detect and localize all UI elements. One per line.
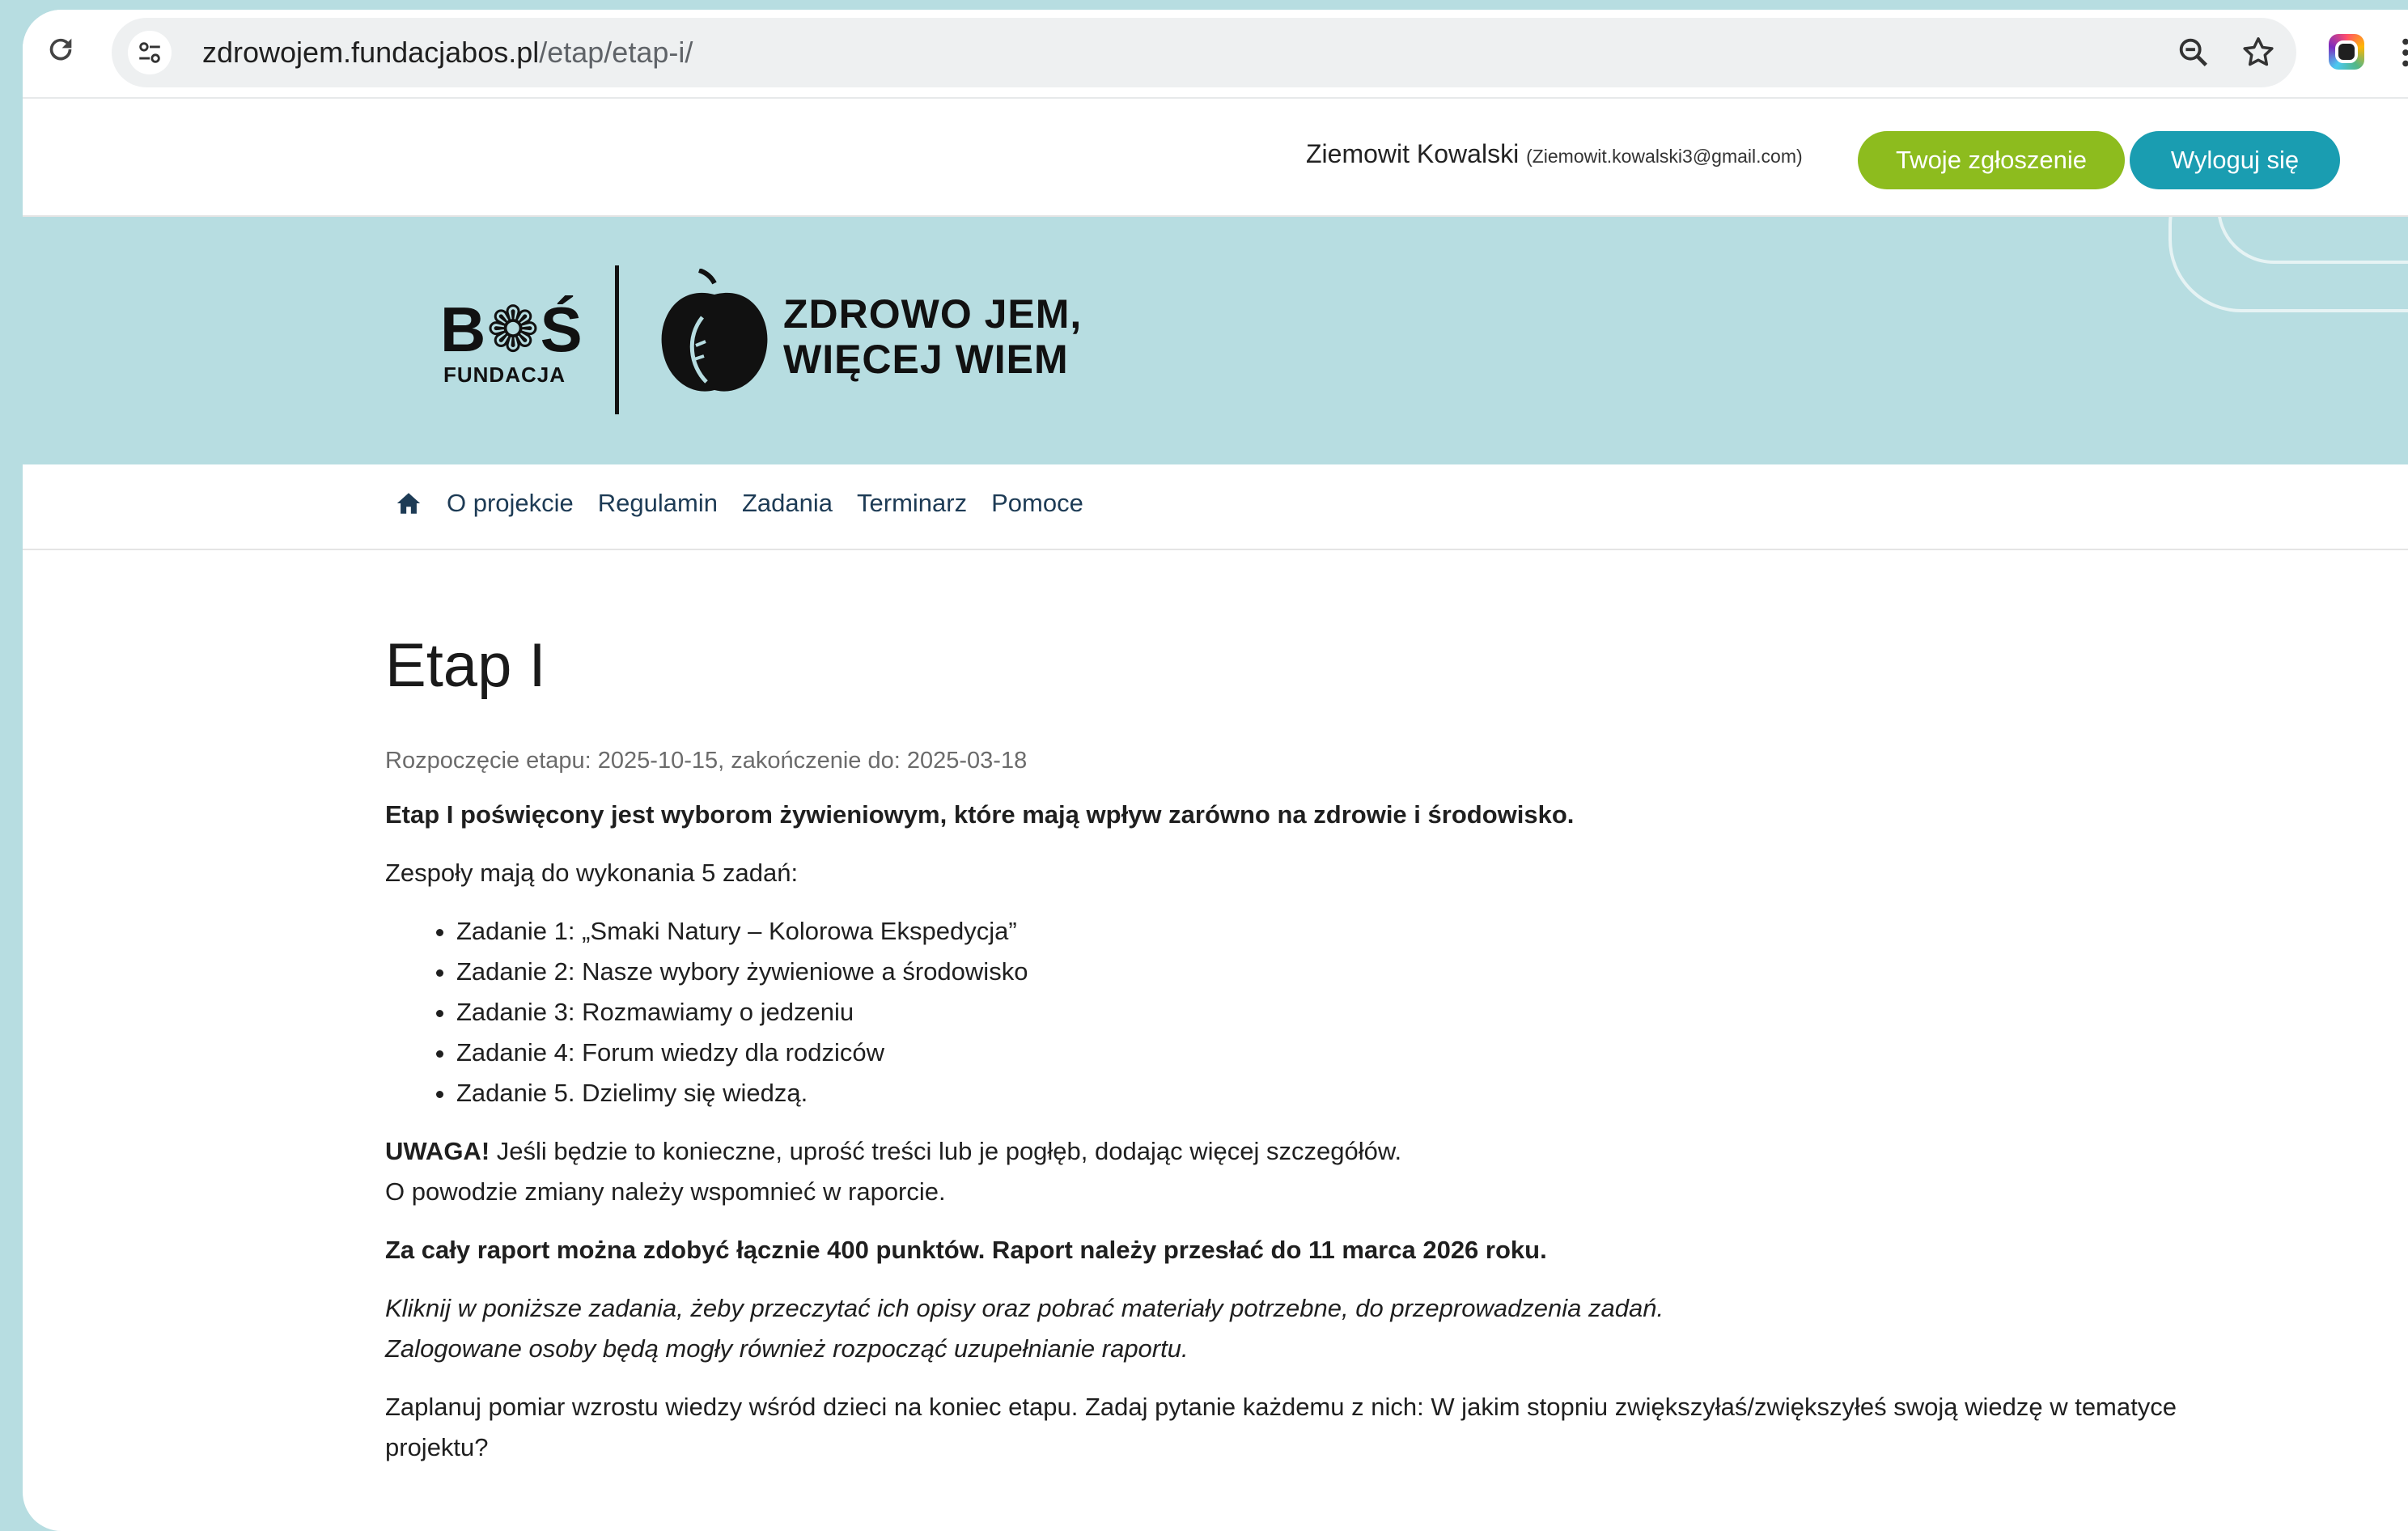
page-title: Etap I xyxy=(385,631,546,700)
browser-window: zdrowojem.fundacjabos.pl/etap/etap-i/ Zi… xyxy=(23,10,2408,1531)
task-list: Zadanie 1: „Smaki Natury – Kolorowa Eksp… xyxy=(385,911,2262,1113)
home-icon[interactable] xyxy=(395,490,422,517)
extension-icon[interactable] xyxy=(2329,34,2364,70)
user-name: Ziemowit Kowalski xyxy=(1306,139,1520,168)
star-icon[interactable] xyxy=(2240,34,2277,71)
stage-intro: Etap I poświęcony jest wyborom żywieniow… xyxy=(385,800,1575,829)
nav-regulamin[interactable]: Regulamin xyxy=(598,489,718,518)
browser-toolbar: zdrowojem.fundacjabos.pl/etap/etap-i/ xyxy=(23,10,2408,99)
plan-paragraph: Zaplanuj pomiar wzrostu wiedzy wśród dzi… xyxy=(385,1393,2177,1461)
more-icon[interactable] xyxy=(2393,34,2408,71)
application-button[interactable]: Twoje zgłoszenie xyxy=(1858,131,2125,189)
project-title: ZDROWO JEM, WIĘCEJ WIEM xyxy=(783,291,1082,382)
click-line1: Kliknij w poniższe zadania, żeby przeczy… xyxy=(385,1294,1664,1322)
task-item: Zadanie 5. Dzielimy się wiedzą. xyxy=(456,1073,2262,1113)
zoom-icon[interactable] xyxy=(2175,34,2212,71)
task-item: Zadanie 1: „Smaki Natury – Kolorowa Eksp… xyxy=(456,911,2262,952)
logout-button[interactable]: Wyloguj się xyxy=(2130,131,2340,189)
site-settings-icon[interactable] xyxy=(128,31,172,74)
click-line2: Zalogowane osoby będą mogły również rozp… xyxy=(385,1334,1189,1363)
header-banner: B❁Ś FUNDACJA ZDROWO JEM, WIĘCEJ WIEM xyxy=(23,217,2408,464)
nav-o-projekcie[interactable]: O projekcie xyxy=(447,489,574,518)
nav-terminarz[interactable]: Terminarz xyxy=(857,489,967,518)
points-info: Za cały raport można zdobyć łącznie 400 … xyxy=(385,1236,1547,1264)
user-info: Ziemowit Kowalski (Ziemowit.kowalski3@gm… xyxy=(1306,139,1803,169)
task-item: Zadanie 2: Nasze wybory żywieniowe a śro… xyxy=(456,952,2262,992)
apple-icon xyxy=(654,268,775,398)
task-item: Zadanie 4: Forum wiedzy dla rodziców xyxy=(456,1033,2262,1073)
reload-icon[interactable] xyxy=(42,31,79,68)
warning-paragraph: UWAGA! Jeśli będzie to konieczne, uprość… xyxy=(385,1131,2262,1212)
warning-line2: O powodzie zmiany należy wspomnieć w rap… xyxy=(385,1177,946,1206)
project-title-line1: ZDROWO JEM, xyxy=(783,291,1083,337)
warning-label: UWAGA! xyxy=(385,1137,490,1165)
nav-pomoce[interactable]: Pomoce xyxy=(991,489,1083,518)
decorative-line xyxy=(2217,217,2408,264)
main-content: Etap I Rozpoczęcie etapu: 2025-10-15, za… xyxy=(385,549,2262,1468)
bos-foundation-logo[interactable]: B❁Ś FUNDACJA xyxy=(440,296,602,393)
tasks-intro: Zespoły mają do wykonania 5 zadań: xyxy=(385,859,799,887)
bos-logo-text: B❁Ś xyxy=(440,294,583,365)
nav-zadania[interactable]: Zadania xyxy=(742,489,833,518)
warning-text: Jeśli będzie to konieczne, uprość treści… xyxy=(490,1137,1402,1165)
project-title-line2: WIĘCEJ WIEM xyxy=(783,337,1069,382)
url-path: /etap/etap-i/ xyxy=(539,36,693,69)
click-instructions: Kliknij w poniższe zadania, żeby przeczy… xyxy=(385,1288,2262,1369)
url-text[interactable]: zdrowojem.fundacjabos.pl/etap/etap-i/ xyxy=(202,34,693,71)
task-item: Zadanie 3: Rozmawiamy o jedzeniu xyxy=(456,992,2262,1033)
url-host: zdrowojem.fundacjabos.pl xyxy=(202,36,540,69)
main-nav: O projekcie Regulamin Zadania Terminarz … xyxy=(23,464,2408,550)
user-email: (Ziemowit.kowalski3@gmail.com) xyxy=(1526,146,1803,167)
logo-divider xyxy=(615,265,619,414)
user-bar: Ziemowit Kowalski (Ziemowit.kowalski3@gm… xyxy=(23,99,2408,217)
address-bar[interactable]: zdrowojem.fundacjabos.pl/etap/etap-i/ xyxy=(112,18,2296,87)
fundacja-logo-text: FUNDACJA xyxy=(443,363,566,387)
stage-dates: Rozpoczęcie etapu: 2025-10-15, zakończen… xyxy=(385,748,1028,774)
